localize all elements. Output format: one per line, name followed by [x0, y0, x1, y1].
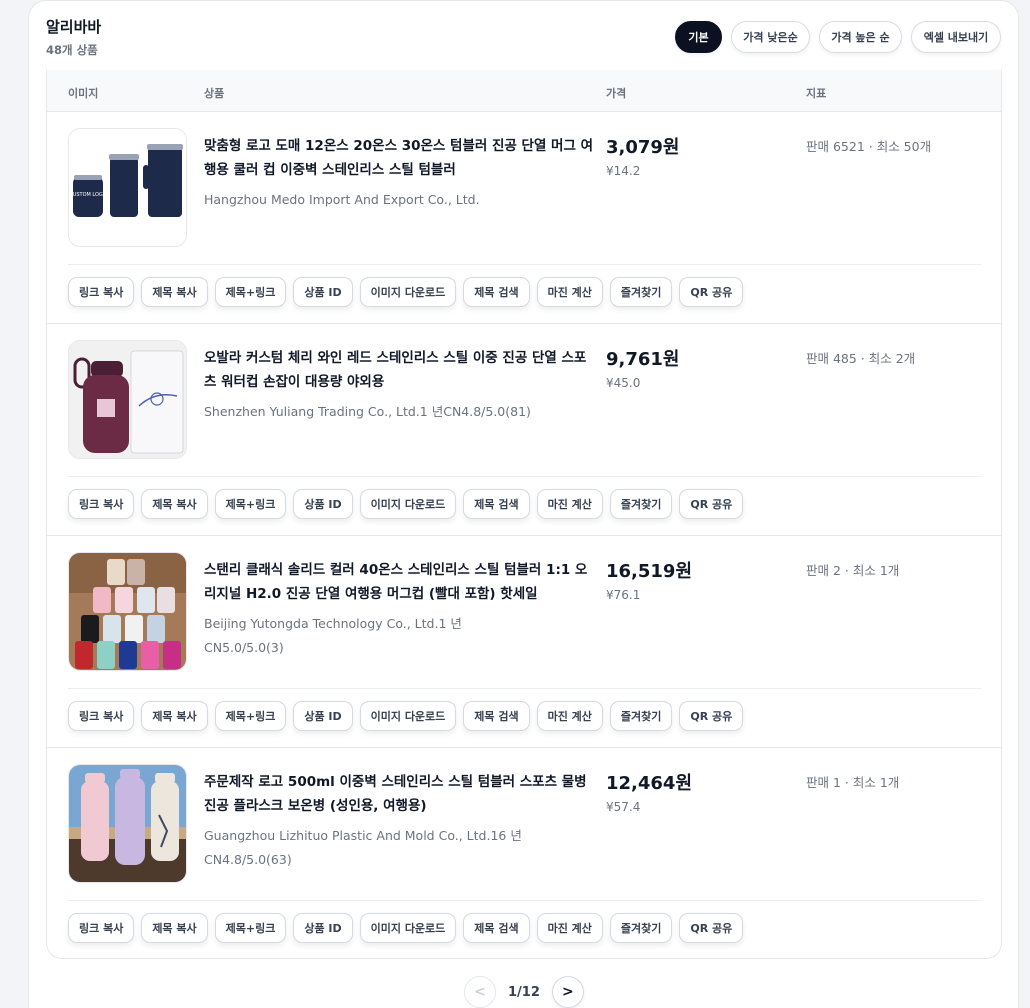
- copy-title-button[interactable]: 제목 복사: [141, 913, 208, 943]
- sales-metric: 판매 6521 · 최소 50개: [806, 139, 932, 154]
- price-krw: 16,519원: [606, 561, 693, 582]
- product-logo-text: CUSTOM LOGO: [69, 192, 107, 198]
- product-title[interactable]: 스탠리 클래식 솔리드 컬러 40온스 스테인리스 스틸 텀블러 1:1 오리지…: [204, 558, 596, 606]
- product-table: 이미지 상품 가격 지표 CUSTOM LOGO 맞춤형 로고 도매 12온스 …: [46, 70, 1002, 959]
- table-row: CUSTOM LOGO 맞춤형 로고 도매 12온스 20온스 30온스 텀블러…: [47, 112, 1001, 324]
- search-title-button[interactable]: 제목 검색: [463, 913, 530, 943]
- search-title-button[interactable]: 제목 검색: [463, 701, 530, 731]
- margin-calc-button[interactable]: 마진 계산: [536, 489, 603, 519]
- sort-price-high-button[interactable]: 가격 높은 순: [819, 21, 902, 53]
- price-krw: 3,079원: [606, 137, 680, 158]
- column-header-metric: 지표: [806, 87, 827, 100]
- download-image-button[interactable]: 이미지 다운로드: [359, 489, 457, 519]
- sort-default-button[interactable]: 기본: [675, 21, 722, 53]
- product-image[interactable]: CUSTOM LOGO: [68, 128, 187, 247]
- prev-page-button[interactable]: <: [464, 976, 496, 1008]
- margin-calc-button[interactable]: 마진 계산: [536, 701, 603, 731]
- price-cny: ¥14.2: [606, 164, 641, 178]
- download-image-button[interactable]: 이미지 다운로드: [359, 701, 457, 731]
- copy-title-link-button[interactable]: 제목+링크: [214, 701, 287, 731]
- product-id-button[interactable]: 상품 ID: [293, 913, 353, 943]
- row-divider: [68, 264, 982, 265]
- product-count: 48개 상품: [46, 43, 98, 57]
- product-id-button[interactable]: 상품 ID: [293, 701, 353, 731]
- product-title[interactable]: 맞춤형 로고 도매 12온스 20온스 30온스 텀블러 진공 단열 머그 여행…: [204, 134, 596, 182]
- favorite-button[interactable]: 즐겨찾기: [609, 277, 673, 307]
- favorite-button[interactable]: 즐겨찾기: [609, 701, 673, 731]
- favorite-button[interactable]: 즐겨찾기: [609, 913, 673, 943]
- action-bar: 링크 복사 제목 복사 제목+링크 상품 ID 이미지 다운로드 제목 검색 마…: [68, 489, 744, 519]
- product-title[interactable]: 주문제작 로고 500ml 이중벽 스테인리스 스틸 텀블러 스포츠 물병 진공…: [204, 770, 596, 818]
- product-id-button[interactable]: 상품 ID: [293, 489, 353, 519]
- qr-share-button[interactable]: QR 공유: [679, 277, 744, 307]
- copy-title-link-button[interactable]: 제목+링크: [214, 913, 287, 943]
- price-cny: ¥45.0: [606, 376, 641, 390]
- price-krw: 9,761원: [606, 349, 680, 370]
- copy-link-button[interactable]: 링크 복사: [68, 701, 135, 731]
- column-header-image: 이미지: [68, 87, 99, 100]
- copy-title-link-button[interactable]: 제목+링크: [214, 277, 287, 307]
- sort-price-low-button[interactable]: 가격 낮은순: [731, 21, 810, 53]
- copy-link-button[interactable]: 링크 복사: [68, 913, 135, 943]
- margin-calc-button[interactable]: 마진 계산: [536, 913, 603, 943]
- next-page-button[interactable]: >: [551, 976, 584, 1008]
- action-bar: 링크 복사 제목 복사 제목+링크 상품 ID 이미지 다운로드 제목 검색 마…: [68, 701, 744, 731]
- water-bottle-image-icon: [69, 341, 186, 458]
- supplier-name: Guangzhou Lizhituo Plastic And Mold Co.,…: [204, 828, 522, 867]
- action-bar: 링크 복사 제목 복사 제목+링크 상품 ID 이미지 다운로드 제목 검색 마…: [68, 913, 744, 943]
- table-header: 이미지 상품 가격 지표: [47, 70, 1001, 112]
- product-image[interactable]: [68, 764, 187, 883]
- price-cny: ¥57.4: [606, 800, 641, 814]
- table-row: 오발라 커스텀 체리 와인 레드 스테인리스 스틸 이중 진공 단열 스포츠 워…: [47, 324, 1001, 536]
- copy-link-button[interactable]: 링크 복사: [68, 277, 135, 307]
- sales-metric: 판매 1 · 최소 1개: [806, 775, 900, 790]
- supplier-name: Hangzhou Medo Import And Export Co., Ltd…: [204, 192, 480, 207]
- product-image[interactable]: [68, 552, 187, 671]
- download-image-button[interactable]: 이미지 다운로드: [359, 913, 457, 943]
- price-krw: 12,464원: [606, 773, 693, 794]
- action-bar: 링크 복사 제목 복사 제목+링크 상품 ID 이미지 다운로드 제목 검색 마…: [68, 277, 744, 307]
- tumbler-group-image-icon: [69, 553, 186, 670]
- export-excel-button[interactable]: 엑셀 내보내기: [911, 21, 1001, 53]
- copy-title-button[interactable]: 제목 복사: [141, 701, 208, 731]
- supplier-name: Beijing Yutongda Technology Co., Ltd.1 년…: [204, 616, 462, 655]
- table-row: 주문제작 로고 500ml 이중벽 스테인리스 스틸 텀블러 스포츠 물병 진공…: [47, 748, 1001, 958]
- search-title-button[interactable]: 제목 검색: [463, 489, 530, 519]
- product-id-button[interactable]: 상품 ID: [293, 277, 353, 307]
- sales-metric: 판매 2 · 최소 1개: [806, 563, 900, 578]
- column-header-price: 가격: [606, 87, 627, 100]
- product-title[interactable]: 오발라 커스텀 체리 와인 레드 스테인리스 스틸 이중 진공 단열 스포츠 워…: [204, 346, 596, 394]
- sort-toolbar: 기본 가격 낮은순 가격 높은 순 엑셀 내보내기: [675, 21, 1001, 53]
- page-title: 알리바바: [46, 18, 102, 36]
- row-divider: [68, 476, 982, 477]
- qr-share-button[interactable]: QR 공유: [679, 701, 744, 731]
- copy-title-button[interactable]: 제목 복사: [141, 277, 208, 307]
- row-divider: [68, 900, 982, 901]
- flask-image-icon: [69, 765, 186, 882]
- qr-share-button[interactable]: QR 공유: [679, 489, 744, 519]
- copy-title-button[interactable]: 제목 복사: [141, 489, 208, 519]
- table-row: 스탠리 클래식 솔리드 컬러 40온스 스테인리스 스틸 텀블러 1:1 오리지…: [47, 536, 1001, 748]
- sales-metric: 판매 485 · 최소 2개: [806, 351, 916, 366]
- copy-title-link-button[interactable]: 제목+링크: [214, 489, 287, 519]
- download-image-button[interactable]: 이미지 다운로드: [359, 277, 457, 307]
- product-image[interactable]: [68, 340, 187, 459]
- pagination: < 1/12 >: [464, 976, 584, 1008]
- page-indicator: 1/12: [508, 984, 540, 1000]
- row-divider: [68, 688, 982, 689]
- column-header-product: 상품: [204, 87, 225, 100]
- tumbler-image-icon: CUSTOM LOGO: [69, 129, 186, 246]
- search-title-button[interactable]: 제목 검색: [463, 277, 530, 307]
- qr-share-button[interactable]: QR 공유: [679, 913, 744, 943]
- favorite-button[interactable]: 즐겨찾기: [609, 489, 673, 519]
- copy-link-button[interactable]: 링크 복사: [68, 489, 135, 519]
- supplier-name: Shenzhen Yuliang Trading Co., Ltd.1 년CN4…: [204, 404, 531, 419]
- price-cny: ¥76.1: [606, 588, 641, 602]
- margin-calc-button[interactable]: 마진 계산: [536, 277, 603, 307]
